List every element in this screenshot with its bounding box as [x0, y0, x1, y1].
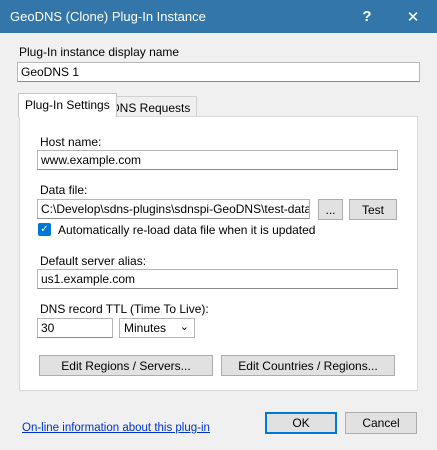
data-file-label: Data file:	[40, 183, 88, 197]
instance-name-input[interactable]: GeoDNS 1	[17, 62, 420, 82]
default-alias-input[interactable]: us1.example.com	[37, 269, 398, 289]
chevron-down-icon: ⌄	[179, 321, 189, 333]
test-button[interactable]: Test	[349, 199, 397, 220]
data-file-input[interactable]: C:\Develop\sdns-plugins\sdnspi-GeoDNS\te…	[37, 199, 310, 219]
tab-dns-requests[interactable]: DNS Requests	[104, 96, 198, 118]
cancel-button[interactable]: Cancel	[345, 412, 417, 434]
close-button[interactable]: ✕	[390, 0, 436, 33]
host-name-label: Host name:	[40, 135, 102, 149]
browse-button[interactable]: ...	[318, 199, 343, 220]
title-bar: GeoDNS (Clone) Plug-In Instance ? ✕	[0, 0, 437, 33]
window-title: GeoDNS (Clone) Plug-In Instance	[10, 9, 206, 24]
tab-plugin-settings[interactable]: Plug-In Settings	[18, 93, 117, 117]
ttl-label: DNS record TTL (Time To Live):	[40, 302, 209, 316]
help-button[interactable]: ?	[344, 0, 390, 33]
instance-name-label: Plug-In instance display name	[19, 45, 180, 59]
reload-checkbox[interactable]: ✓	[38, 223, 51, 236]
info-link[interactable]: On-line information about this plug-in	[22, 422, 210, 434]
ttl-unit-select[interactable]: Minutes ⌄	[119, 318, 195, 338]
check-icon: ✓	[40, 223, 49, 235]
default-alias-label: Default server alias:	[40, 254, 147, 268]
ttl-input[interactable]: 30	[37, 318, 113, 338]
edit-regions-button[interactable]: Edit Regions / Servers...	[39, 355, 213, 376]
host-name-input[interactable]: www.example.com	[37, 150, 398, 170]
edit-countries-button[interactable]: Edit Countries / Regions...	[221, 355, 395, 376]
ok-button[interactable]: OK	[265, 412, 337, 434]
ttl-unit-value: Minutes	[124, 321, 167, 335]
reload-checkbox-label[interactable]: Automatically re-load data file when it …	[58, 223, 315, 237]
